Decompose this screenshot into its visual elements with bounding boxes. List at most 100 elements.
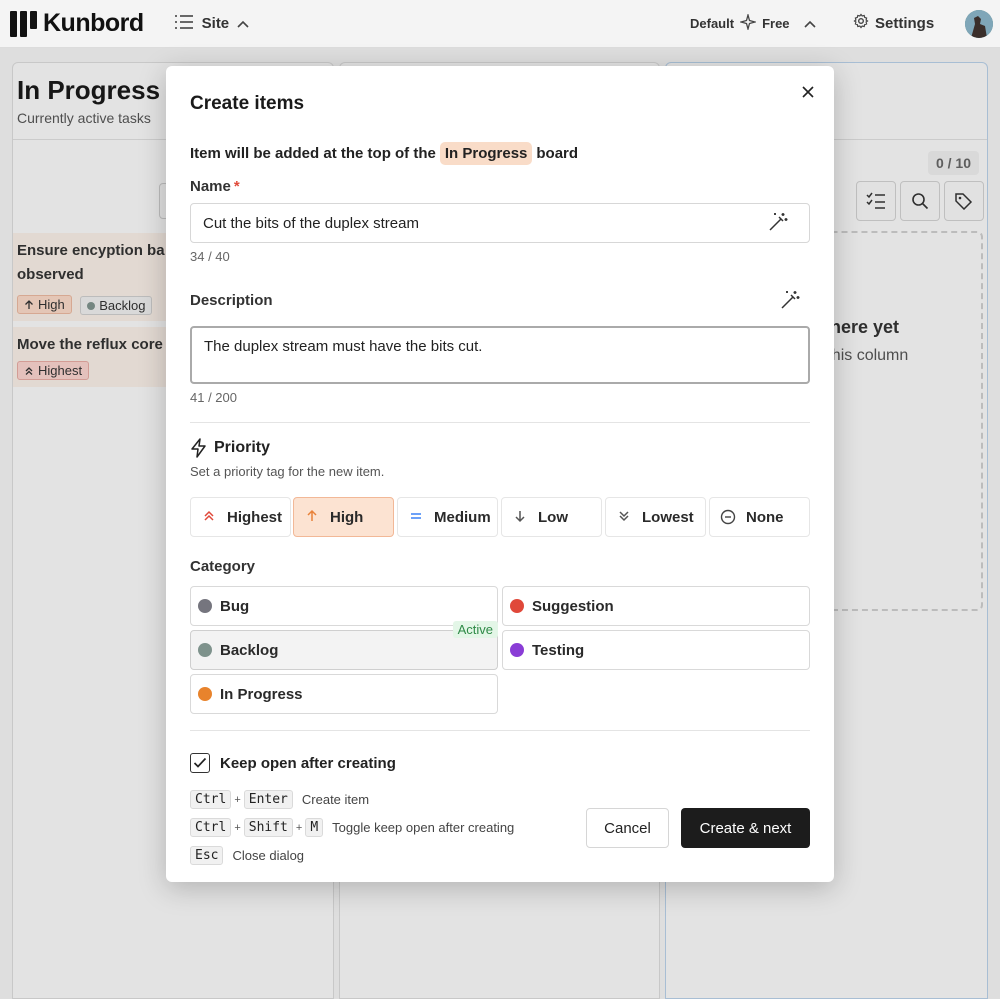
settings-label: Settings — [875, 14, 935, 32]
priority-option-none[interactable]: None — [709, 497, 810, 537]
priority-option-low[interactable]: Low — [501, 497, 602, 537]
sparkle-icon — [738, 12, 758, 33]
category-name: Bug — [220, 597, 250, 615]
required-mark: * — [233, 178, 240, 195]
category-option-backlog[interactable]: Backlog Active — [190, 621, 498, 670]
shortcut-close: Esc Close dialog — [190, 846, 304, 865]
category-name: Backlog — [220, 641, 279, 659]
priority-label: Medium — [434, 509, 491, 526]
divider — [190, 730, 810, 731]
create-items-dialog: Create items Item will be added at the t… — [166, 66, 834, 882]
name-label: Name * — [190, 178, 240, 195]
gear-icon — [853, 13, 869, 33]
name-char-counter: 34 / 40 — [190, 249, 230, 264]
arrow-up-icon — [304, 509, 320, 525]
category-option-suggestion[interactable]: Suggestion — [502, 586, 810, 626]
chevron-up-icon — [803, 16, 816, 31]
equals-icon — [408, 509, 424, 525]
create-next-button[interactable]: Create & next — [681, 808, 810, 848]
kbd-key: Enter — [243, 790, 293, 809]
check-icon — [193, 757, 207, 768]
kbd-key: Shift — [243, 818, 293, 837]
kbd-key: Ctrl — [190, 790, 232, 809]
board-info-prefix: Item will be added at the top of the — [190, 145, 436, 162]
shortcut-create: Ctrl + Enter Create item — [190, 790, 369, 809]
magic-wand-icon — [781, 291, 800, 309]
priority-option-medium[interactable]: Medium — [397, 497, 498, 537]
chevrons-down-icon — [616, 509, 632, 525]
board-info-suffix: board — [536, 145, 579, 162]
app-logo[interactable]: Kunbord — [10, 9, 144, 38]
priority-option-lowest[interactable]: Lowest — [605, 497, 706, 537]
site-label: Site — [201, 15, 230, 32]
name-label-text: Name — [190, 178, 231, 195]
priority-option-high[interactable]: High — [293, 497, 394, 537]
category-option-bug[interactable]: Bug — [190, 586, 498, 626]
plan-tier-label: Free — [762, 16, 790, 31]
description-label: Description — [190, 292, 273, 309]
category-name: Testing — [532, 641, 585, 659]
active-badge: Active — [452, 621, 498, 638]
category-dot-icon — [198, 643, 212, 657]
priority-heading: Priority — [190, 438, 270, 458]
priority-title: Priority — [214, 439, 271, 456]
board-info: Item will be added at the top of the In … — [190, 142, 578, 165]
cancel-button[interactable]: Cancel — [586, 808, 669, 848]
category-option-testing[interactable]: Testing — [502, 630, 810, 670]
lightning-icon — [191, 438, 206, 458]
category-dot-icon — [198, 687, 212, 701]
description-value: The duplex stream must have the bits cut… — [204, 338, 483, 355]
category-dot-icon — [198, 599, 212, 613]
description-char-counter: 41 / 200 — [190, 390, 237, 405]
close-button[interactable] — [798, 82, 818, 102]
board-name-chip: In Progress — [439, 142, 533, 165]
category-dot-icon — [510, 599, 524, 613]
kbd-key: Esc — [190, 846, 224, 865]
plus-sign: + — [234, 821, 241, 834]
kbd-key: Ctrl — [190, 818, 232, 837]
keep-open-label: Keep open after creating — [220, 754, 396, 772]
arrow-down-icon — [512, 509, 528, 525]
logo-text: Kunbord — [43, 9, 144, 37]
shortcut-description: Create item — [301, 792, 370, 807]
keep-open-row: Keep open after creating — [190, 753, 396, 773]
plus-sign: + — [295, 821, 303, 834]
avatar[interactable] — [965, 10, 993, 38]
description-textarea[interactable]: The duplex stream must have the bits cut… — [190, 326, 810, 384]
name-input-value: Cut the bits of the duplex stream — [203, 214, 419, 232]
plan-switcher[interactable]: Default Free — [690, 12, 816, 33]
priority-options: Highest High Medium Low Lowest None — [190, 497, 810, 537]
kbd-key: M — [305, 818, 324, 837]
top-bar: Kunbord Site Default Free Settings — [0, 0, 1000, 48]
site-menu-button[interactable]: Site — [174, 14, 250, 34]
priority-label: None — [746, 509, 784, 526]
category-dot-icon — [510, 643, 524, 657]
list-icon — [174, 14, 194, 34]
priority-label: High — [330, 509, 364, 526]
priority-subtitle: Set a priority tag for the new item. — [190, 464, 385, 479]
plan-default-label: Default — [690, 16, 735, 31]
priority-label: Lowest — [642, 509, 694, 526]
category-option-in-progress[interactable]: In Progress — [190, 674, 498, 714]
category-name: In Progress — [220, 685, 303, 703]
magic-wand-button[interactable] — [768, 212, 788, 237]
keep-open-checkbox[interactable] — [190, 753, 210, 773]
magic-wand-button[interactable] — [780, 290, 800, 315]
dialog-title: Create items — [190, 93, 305, 114]
close-icon — [802, 86, 814, 98]
chevron-up-icon — [237, 15, 249, 32]
settings-button[interactable]: Settings — [853, 13, 934, 33]
shortcut-description: Toggle keep open after creating — [332, 820, 515, 835]
category-label: Category — [190, 558, 256, 575]
priority-label: Highest — [227, 509, 283, 526]
priority-label: Low — [538, 509, 568, 526]
logo-mark-icon — [10, 10, 37, 37]
divider — [190, 422, 810, 423]
magic-wand-icon — [769, 213, 788, 231]
priority-option-highest[interactable]: Highest — [190, 497, 291, 537]
name-input[interactable]: Cut the bits of the duplex stream — [190, 203, 810, 243]
plus-sign: + — [234, 793, 241, 806]
chevrons-up-icon — [201, 509, 217, 525]
shortcut-toggle-keep-open: Ctrl + Shift + M Toggle keep open after … — [190, 818, 514, 837]
circle-minus-icon — [720, 509, 736, 525]
